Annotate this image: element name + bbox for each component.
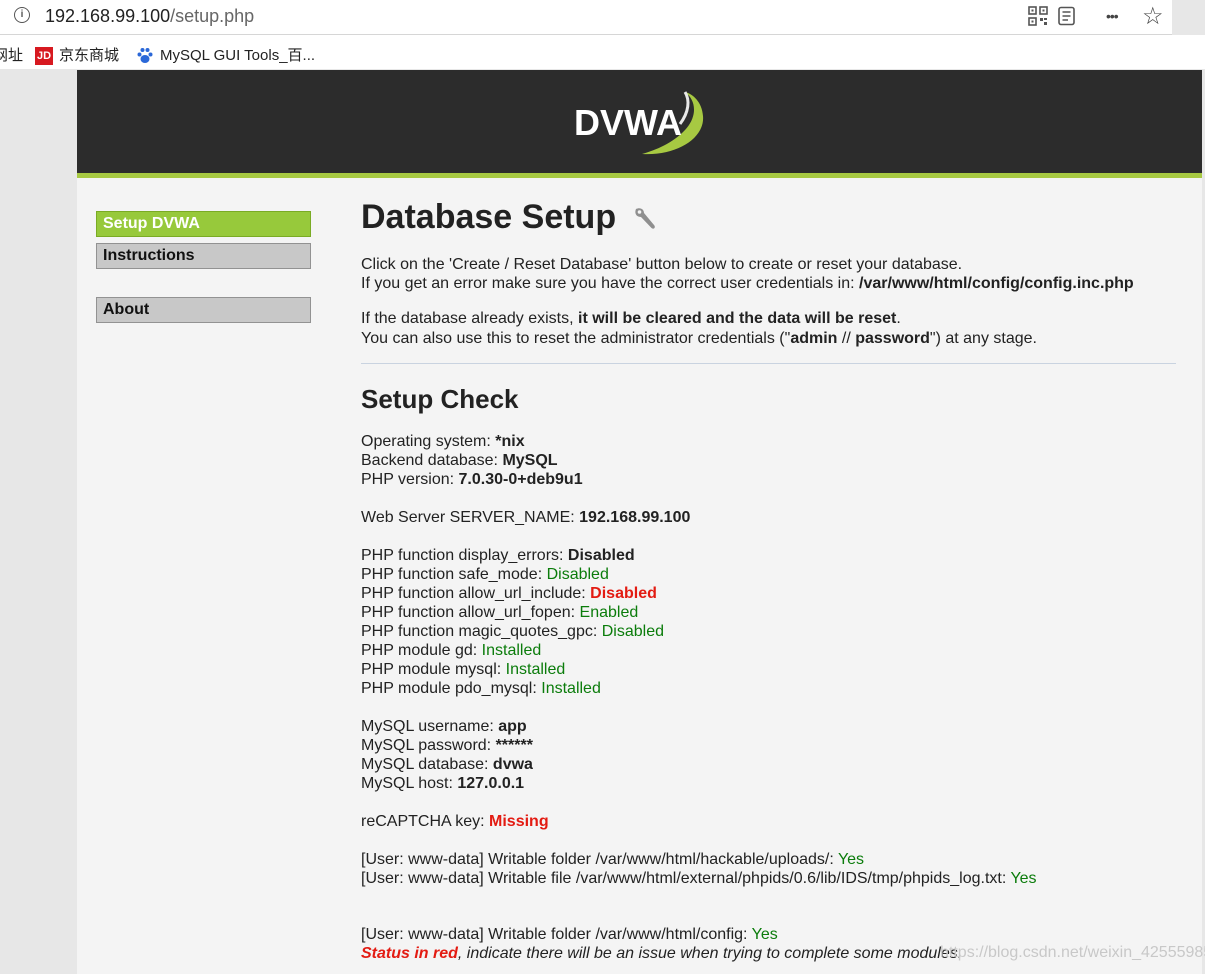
- reader-view-icon[interactable]: [1057, 4, 1077, 28]
- menu-item-about[interactable]: About: [96, 297, 311, 323]
- bookmark-jd-label: 京东商城: [59, 47, 120, 64]
- check-mysql-password: MySQL password: ******: [361, 737, 533, 754]
- check-allow-url-include: PHP function allow_url_include: Disabled: [361, 585, 657, 602]
- check-mysql-host: MySQL host: 127.0.0.1: [361, 775, 525, 792]
- menu-item-instructions[interactable]: Instructions: [96, 243, 311, 269]
- more-options-icon[interactable]: •••: [1106, 4, 1119, 28]
- status-ok: Yes: [837, 851, 865, 868]
- divider: [361, 363, 1176, 364]
- page-title: Database Setup: [361, 198, 660, 237]
- status-error: Missing: [489, 813, 549, 830]
- check-php-version: PHP version: 7.0.30-0+deb9u1: [361, 471, 583, 488]
- check-os: Operating system: *nix: [361, 433, 525, 450]
- status-ok: Disabled: [546, 566, 609, 583]
- check-allow-url-fopen: PHP function allow_url_fopen: Enabled: [361, 604, 639, 621]
- status-ok: Installed: [505, 661, 566, 678]
- status-ok: Yes: [751, 926, 778, 943]
- check-module-mysql: PHP module mysql: Installed: [361, 661, 566, 678]
- check-server-name: Web Server SERVER_NAME: 192.168.99.100: [361, 509, 691, 526]
- setup-check-title: Setup Check: [361, 384, 519, 414]
- check-recaptcha: reCAPTCHA key: Missing: [361, 813, 549, 830]
- dvwa-logo: DVWA: [574, 91, 704, 155]
- bookmark-jd[interactable]: JD 京东商城: [35, 44, 120, 66]
- browser-address-bar: i 192.168.99.100/setup.php ••• ☆: [0, 0, 1172, 35]
- bookmark-star-icon[interactable]: ☆: [1142, 3, 1164, 30]
- check-module-gd: PHP module gd: Installed: [361, 642, 542, 659]
- watermark: https://blog.csdn.net/weixin_42555985: [940, 944, 1205, 961]
- status-ok: Yes: [1010, 870, 1037, 887]
- url-field[interactable]: 192.168.99.100/setup.php: [45, 6, 254, 27]
- baidu-paw-icon: [137, 48, 153, 64]
- qr-code-icon[interactable]: [1028, 4, 1048, 28]
- intro-line-1: Click on the 'Create / Reset Database' b…: [361, 256, 963, 273]
- check-config-folder: [User: www-data] Writable folder /var/ww…: [361, 926, 778, 943]
- status-ok: Enabled: [579, 604, 639, 621]
- jd-logo-icon: JD: [35, 47, 53, 66]
- bookmark-mysql[interactable]: MySQL GUI Tools_百...: [136, 44, 315, 65]
- status-ok: Installed: [541, 680, 601, 697]
- bookmark-mysql-label: MySQL GUI Tools_百...: [160, 47, 316, 64]
- check-mysql-username: MySQL username: app: [361, 718, 527, 735]
- status-ok: Installed: [481, 642, 542, 659]
- site-info-icon[interactable]: i: [14, 7, 30, 23]
- intro-line-2: If you get an error make sure you have t…: [361, 275, 1134, 292]
- bookmark-partial[interactable]: 网址: [0, 44, 23, 65]
- wrench-icon: [634, 208, 655, 229]
- status-error: Disabled: [590, 585, 657, 602]
- status-ok: Disabled: [601, 623, 665, 640]
- check-uploads-folder: [User: www-data] Writable folder /var/ww…: [361, 851, 865, 868]
- menu-item-setup-dvwa[interactable]: Setup DVWA: [96, 211, 311, 237]
- bookmarks-bar: 网址 JD 京东商城 MySQL GUI Tools_百...: [0, 35, 1205, 69]
- page-body: DVWA Setup DVWA Instructions About Datab…: [77, 70, 1202, 974]
- check-phpids-file: [User: www-data] Writable file /var/www/…: [361, 870, 1037, 887]
- intro-line-3: If the database already exists, it will …: [361, 310, 901, 327]
- url-path: /setup.php: [170, 6, 255, 26]
- intro-line-4: You can also use this to reset the admin…: [361, 330, 1037, 347]
- logo-text: DVWA: [574, 102, 682, 143]
- check-display-errors: PHP function display_errors: Disabled: [361, 547, 635, 564]
- config-path: /var/www/html/config/config.inc.php: [859, 275, 1134, 292]
- check-module-pdo: PHP module pdo_mysql: Installed: [361, 680, 601, 697]
- page-header: DVWA: [77, 70, 1202, 178]
- check-backend: Backend database: MySQL: [361, 452, 558, 469]
- check-magic-quotes: PHP function magic_quotes_gpc: Disabled: [361, 623, 665, 640]
- url-host: 192.168.99.100: [45, 6, 171, 26]
- status-note: Status in red, indicate there will be an…: [361, 945, 963, 962]
- check-safe-mode: PHP function safe_mode: Disabled: [361, 566, 609, 583]
- check-mysql-database: MySQL database: dvwa: [361, 756, 533, 773]
